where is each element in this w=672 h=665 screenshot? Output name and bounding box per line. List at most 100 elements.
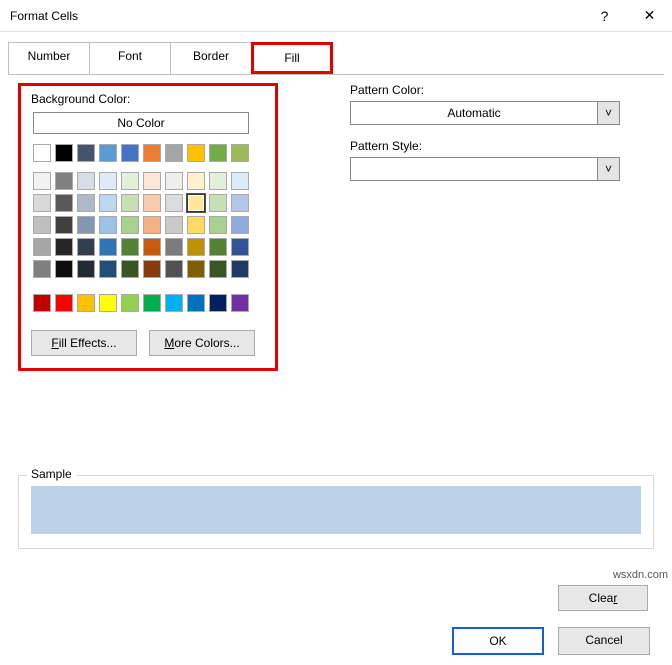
color-swatch[interactable]	[165, 260, 183, 278]
color-swatch[interactable]	[55, 216, 73, 234]
color-swatch[interactable]	[121, 216, 139, 234]
color-swatch[interactable]	[99, 238, 117, 256]
clear-button[interactable]: Clear	[558, 585, 648, 611]
color-swatch[interactable]	[33, 216, 51, 234]
color-swatch[interactable]	[77, 194, 95, 212]
tab-number[interactable]: Number	[8, 42, 90, 74]
color-swatch[interactable]	[99, 172, 117, 190]
color-swatch[interactable]	[143, 260, 161, 278]
color-swatch[interactable]	[33, 260, 51, 278]
color-swatch[interactable]	[231, 260, 249, 278]
pattern-color-combo[interactable]: Automatic ˅	[350, 101, 620, 125]
color-swatch[interactable]	[209, 194, 227, 212]
color-swatch[interactable]	[231, 238, 249, 256]
color-swatch[interactable]	[231, 294, 249, 312]
dialog-buttons: OK Cancel	[452, 627, 650, 655]
color-swatch[interactable]	[33, 194, 51, 212]
help-icon[interactable]: ?	[582, 0, 627, 32]
color-swatch[interactable]	[143, 294, 161, 312]
color-swatch[interactable]	[187, 216, 205, 234]
color-swatch[interactable]	[77, 216, 95, 234]
color-swatch[interactable]	[77, 260, 95, 278]
color-swatch[interactable]	[121, 172, 139, 190]
color-swatch[interactable]	[33, 294, 51, 312]
pattern-style-label: Pattern Style:	[350, 139, 620, 153]
color-swatch[interactable]	[55, 260, 73, 278]
color-swatch[interactable]	[187, 238, 205, 256]
color-swatch[interactable]	[209, 238, 227, 256]
color-swatch[interactable]	[143, 172, 161, 190]
color-swatch[interactable]	[209, 144, 227, 162]
color-swatch[interactable]	[209, 216, 227, 234]
tab-font[interactable]: Font	[89, 42, 171, 74]
sample-group: Sample	[18, 475, 654, 549]
color-swatch[interactable]	[231, 216, 249, 234]
color-swatch[interactable]	[33, 144, 51, 162]
color-swatch[interactable]	[121, 238, 139, 256]
ok-button[interactable]: OK	[452, 627, 544, 655]
color-swatch[interactable]	[165, 194, 183, 212]
no-color-button[interactable]: No Color	[33, 112, 249, 134]
fill-effects-button[interactable]: Fill Effects...	[31, 330, 137, 356]
color-swatch[interactable]	[77, 144, 95, 162]
color-swatch[interactable]	[209, 172, 227, 190]
color-swatch[interactable]	[121, 194, 139, 212]
color-swatch[interactable]	[55, 194, 73, 212]
theme-tints-grid	[31, 170, 265, 280]
color-swatch[interactable]	[165, 294, 183, 312]
tab-fill[interactable]: Fill	[251, 42, 333, 74]
more-colors-button[interactable]: More Colors...	[149, 330, 255, 356]
color-swatch[interactable]	[143, 144, 161, 162]
cancel-button[interactable]: Cancel	[558, 627, 650, 655]
color-swatch[interactable]	[55, 172, 73, 190]
standard-color-row	[31, 292, 265, 314]
color-swatch[interactable]	[121, 260, 139, 278]
theme-color-row	[31, 142, 265, 164]
color-swatch[interactable]	[77, 294, 95, 312]
tab-border[interactable]: Border	[170, 42, 252, 74]
pattern-column: Pattern Color: Automatic ˅ Pattern Style…	[350, 83, 620, 195]
color-swatch[interactable]	[143, 238, 161, 256]
color-swatch[interactable]	[231, 144, 249, 162]
color-swatch[interactable]	[143, 194, 161, 212]
color-swatch[interactable]	[99, 260, 117, 278]
color-swatch[interactable]	[187, 294, 205, 312]
sample-preview	[31, 486, 641, 534]
chevron-down-icon[interactable]: ˅	[597, 158, 619, 180]
color-swatch[interactable]	[187, 144, 205, 162]
pattern-color-label: Pattern Color:	[350, 83, 620, 97]
color-swatch[interactable]	[187, 194, 205, 212]
color-swatch[interactable]	[55, 238, 73, 256]
color-swatch[interactable]	[121, 144, 139, 162]
color-swatch[interactable]	[143, 216, 161, 234]
color-swatch[interactable]	[209, 260, 227, 278]
color-swatch[interactable]	[99, 216, 117, 234]
color-swatch[interactable]	[55, 294, 73, 312]
window-title: Format Cells	[10, 9, 582, 23]
pattern-style-combo[interactable]: ˅	[350, 157, 620, 181]
color-swatch[interactable]	[187, 260, 205, 278]
color-swatch[interactable]	[209, 294, 227, 312]
color-swatch[interactable]	[99, 144, 117, 162]
pattern-style-value	[351, 158, 597, 180]
color-swatch[interactable]	[121, 294, 139, 312]
color-swatch[interactable]	[165, 172, 183, 190]
color-swatch[interactable]	[77, 238, 95, 256]
color-swatch[interactable]	[231, 172, 249, 190]
color-swatch[interactable]	[165, 216, 183, 234]
clear-row: Clear	[558, 585, 648, 611]
color-swatch[interactable]	[165, 144, 183, 162]
chevron-down-icon[interactable]: ˅	[597, 102, 619, 124]
close-icon[interactable]: ✕	[627, 0, 672, 32]
color-swatch[interactable]	[77, 172, 95, 190]
color-swatch[interactable]	[187, 172, 205, 190]
color-swatch[interactable]	[165, 238, 183, 256]
color-swatch[interactable]	[55, 144, 73, 162]
pattern-color-value: Automatic	[351, 102, 597, 124]
color-swatch[interactable]	[33, 238, 51, 256]
color-swatch[interactable]	[99, 294, 117, 312]
color-swatch[interactable]	[231, 194, 249, 212]
color-swatch[interactable]	[99, 194, 117, 212]
color-swatch[interactable]	[33, 172, 51, 190]
color-buttons-row: Fill Effects... More Colors...	[31, 330, 265, 356]
